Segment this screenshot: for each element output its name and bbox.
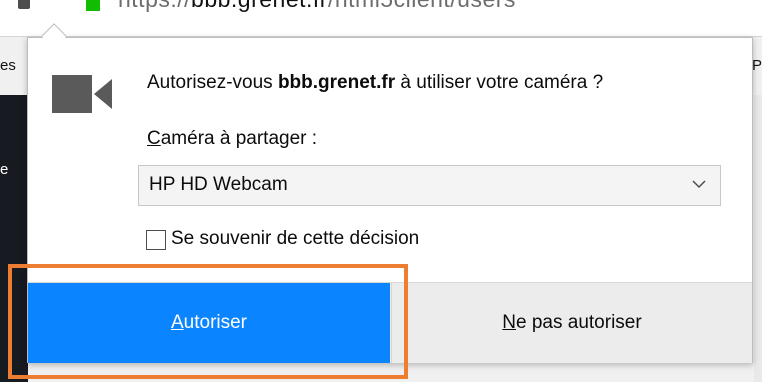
page-background-text: e	[0, 161, 9, 178]
question-host: bbb.grenet.fr	[277, 72, 396, 93]
url-text[interactable]: https://bbb.grenet.fr/html5client/users	[118, 0, 516, 13]
browser-window: https://bbb.grenet.fr/html5client/users …	[0, 0, 762, 382]
deny-button[interactable]: Ne pas autoriser	[391, 283, 752, 363]
bookmark-item-left[interactable]: es	[0, 57, 20, 74]
allow-button-highlight	[8, 264, 408, 379]
camera-icon	[52, 75, 112, 113]
remember-decision-checkbox[interactable]	[146, 230, 166, 250]
deny-accesskey: N	[502, 312, 517, 333]
question-prefix: Autorisez-vous	[147, 72, 278, 93]
bookmark-item-right[interactable]: P	[752, 57, 762, 74]
question-suffix: à utiliser votre caméra ?	[395, 72, 604, 93]
url-path: /html5client/users	[328, 0, 516, 12]
permissions-icon[interactable]	[18, 0, 30, 9]
url-host: bbb.grenet.fr	[191, 0, 328, 12]
page-background-right	[754, 95, 762, 382]
camera-select-label: Caméra à partager :	[147, 128, 317, 150]
permission-question: Autorisez-vous bbb.grenet.fr à utiliser …	[147, 72, 603, 94]
camera-select[interactable]: HP HD Webcam	[138, 165, 721, 206]
url-prefix: https://	[118, 0, 191, 12]
select-label-accesskey: C	[147, 128, 161, 149]
camera-select-value: HP HD Webcam	[149, 174, 288, 195]
chevron-down-icon	[692, 180, 706, 189]
remember-decision-label[interactable]: Se souvenir de cette décision	[171, 228, 419, 250]
deny-label: e pas autoriser	[516, 312, 642, 333]
remember-decision-row[interactable]: Se souvenir de cette décision	[146, 228, 606, 252]
select-label-text: améra à partager :	[160, 128, 318, 149]
url-bar[interactable]: https://bbb.grenet.fr/html5client/users	[0, 0, 762, 37]
secure-connection-icon[interactable]	[86, 0, 100, 11]
